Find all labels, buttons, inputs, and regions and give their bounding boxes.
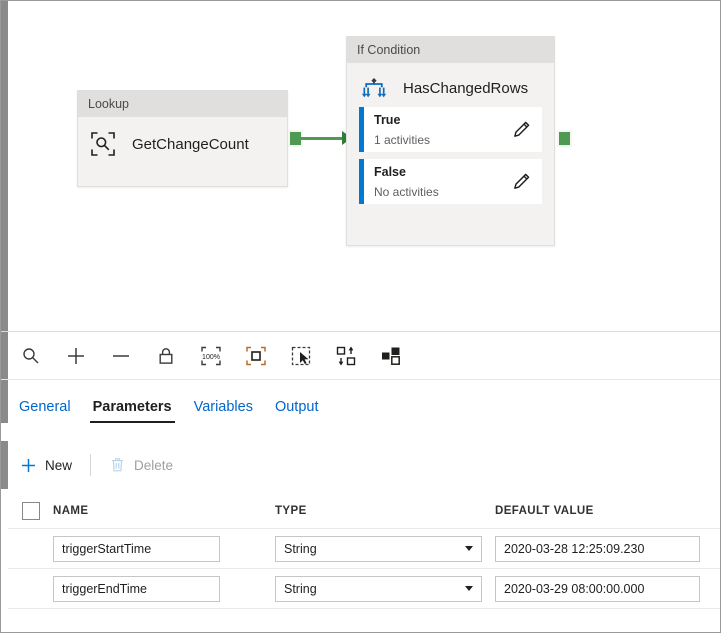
pencil-edit-icon[interactable] [506, 167, 536, 197]
parameters-table: NAME TYPE DEFAULT VALUE triggerStartTime… [8, 493, 720, 609]
parameter-default-input[interactable]: 2020-03-29 08:00:00.000 [495, 576, 700, 602]
column-header-type: TYPE [275, 505, 495, 517]
property-tabs: General Parameters Variables Output [1, 380, 720, 423]
zoom-in-icon[interactable] [53, 336, 98, 376]
parameter-default-cell: 2020-03-29 08:00:00.000 [495, 576, 720, 602]
zoom-level-text: 100% [202, 353, 220, 360]
activity-node-if-condition[interactable]: If Condition [346, 36, 555, 246]
chevron-down-icon [465, 586, 473, 591]
node-header-lookup: Lookup [78, 91, 287, 117]
tabs-left-rail [1, 380, 8, 423]
parameter-default-input[interactable]: 2020-03-28 12:25:09.230 [495, 536, 700, 562]
canvas-left-rail [1, 1, 8, 331]
cmdbar-left-rail [1, 441, 8, 489]
column-header-name: NAME [53, 505, 275, 517]
pipeline-editor: Lookup GetChangeCount [0, 0, 721, 633]
toolbar-left-rail [1, 332, 8, 379]
zoom-out-icon[interactable] [98, 336, 143, 376]
select-all-checkbox[interactable] [22, 502, 40, 520]
tab-parameters[interactable]: Parameters [82, 399, 183, 423]
lookup-magnifier-icon [88, 129, 118, 159]
select-pointer-icon[interactable] [278, 336, 323, 376]
branch-false[interactable]: False No activities [359, 159, 542, 204]
column-header-default-value: DEFAULT VALUE [495, 505, 720, 517]
parameters-command-bar: New Delete [1, 441, 720, 489]
parameter-type-cell: String [275, 536, 495, 562]
table-header-row: NAME TYPE DEFAULT VALUE [8, 493, 720, 529]
branch-true-count: 1 activities [374, 133, 430, 147]
branch-false-text: False No activities [374, 162, 506, 202]
zoom-100-percent-icon[interactable]: 100% [188, 336, 233, 376]
branch-false-count: No activities [374, 185, 439, 199]
node-body-lookup: GetChangeCount [78, 117, 287, 171]
connector-line [301, 137, 345, 140]
if-condition-branch-icon [359, 73, 389, 103]
canvas-toolbar: 100% [1, 332, 720, 380]
trash-icon [109, 457, 126, 474]
pipeline-canvas[interactable]: Lookup GetChangeCount [1, 1, 720, 332]
branch-accent-bar [359, 107, 364, 152]
parameter-name-input[interactable]: triggerStartTime [53, 536, 220, 562]
node-title-lookup: GetChangeCount [132, 136, 249, 153]
branch-true[interactable]: True 1 activities [359, 107, 542, 152]
parameter-type-select[interactable]: String [275, 536, 482, 562]
command-separator [90, 454, 91, 476]
node-title-if-condition: HasChangedRows [403, 80, 528, 97]
new-parameter-label: New [45, 458, 72, 473]
table-row[interactable]: triggerStartTime String 2020-03-28 12:25… [8, 529, 720, 569]
arrange-nodes-icon[interactable] [368, 336, 413, 376]
tab-general[interactable]: General [8, 399, 82, 423]
table-row[interactable]: triggerEndTime String 2020-03-29 08:00:0… [8, 569, 720, 609]
node-header-if-condition: If Condition [347, 37, 554, 63]
parameter-type-value: String [284, 542, 317, 556]
parameter-name-input[interactable]: triggerEndTime [53, 576, 220, 602]
branch-list: True 1 activities [347, 107, 554, 216]
output-port-if-condition[interactable] [557, 130, 572, 147]
parameter-type-value: String [284, 582, 317, 596]
toolbar-buttons: 100% [8, 336, 413, 376]
plus-icon [20, 457, 37, 474]
new-parameter-button[interactable]: New [8, 449, 84, 481]
parameter-type-cell: String [275, 576, 495, 602]
zoom-search-icon[interactable] [8, 336, 53, 376]
branch-false-name: False [374, 165, 406, 179]
delete-parameter-button[interactable]: Delete [97, 449, 185, 481]
parameter-type-select[interactable]: String [275, 576, 482, 602]
chevron-down-icon [465, 546, 473, 551]
branch-true-text: True 1 activities [374, 110, 506, 150]
node-body-if-condition: HasChangedRows [347, 63, 554, 107]
zoom-to-fit-icon[interactable] [233, 336, 278, 376]
delete-parameter-label: Delete [134, 458, 173, 473]
parameter-name-cell: triggerStartTime [53, 536, 275, 562]
parameter-name-cell: triggerEndTime [53, 576, 275, 602]
tab-output[interactable]: Output [264, 399, 330, 423]
parameter-default-cell: 2020-03-28 12:25:09.230 [495, 536, 720, 562]
pencil-edit-icon[interactable] [506, 115, 536, 145]
lock-icon[interactable] [143, 336, 188, 376]
tab-variables[interactable]: Variables [183, 399, 264, 423]
auto-align-icon[interactable] [323, 336, 368, 376]
branch-accent-bar [359, 159, 364, 204]
branch-true-name: True [374, 113, 400, 127]
activity-node-lookup[interactable]: Lookup GetChangeCount [77, 90, 288, 187]
select-all-cell [8, 502, 53, 520]
